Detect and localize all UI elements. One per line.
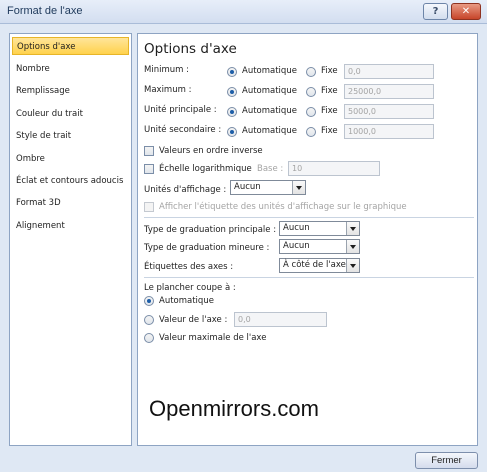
maximum-value-field[interactable]: 25000,0	[344, 84, 434, 99]
log-base-field[interactable]: 10	[288, 161, 380, 176]
minimum-fixed-radio[interactable]	[306, 67, 316, 77]
floor-value-field[interactable]: 0,0	[234, 312, 327, 327]
sidebar-item-axis-options[interactable]: Options d'axe	[12, 37, 129, 55]
log-scale-label: Échelle logarithmique	[159, 164, 252, 174]
minor-unit-auto-label: Automatique	[242, 126, 297, 136]
maximum-fixed-label: Fixe	[321, 86, 338, 96]
sidebar-item-number[interactable]: Nombre	[12, 60, 129, 78]
minimum-value-field[interactable]: 0,0	[344, 64, 434, 79]
chevron-down-icon	[292, 181, 305, 194]
minor-tick-label: Type de graduation mineure :	[144, 243, 270, 253]
floor-max-radio[interactable]	[144, 333, 154, 343]
maximum-auto-radio[interactable]	[227, 87, 237, 97]
major-tick-label: Type de graduation principale :	[144, 225, 277, 235]
minimum-label: Minimum :	[144, 65, 189, 75]
axis-options-panel: Options d'axe Minimum : Automatique Fixe…	[137, 33, 478, 446]
axis-labels-select[interactable]: À côté de l'axe	[279, 258, 360, 273]
minor-tick-value: Aucun	[283, 241, 310, 251]
close-icon: ✕	[461, 6, 471, 17]
help-icon: ?	[432, 6, 439, 17]
major-unit-label: Unité principale :	[144, 105, 217, 115]
sidebar-item-alignment[interactable]: Alignement	[12, 217, 129, 235]
major-unit-fixed-label: Fixe	[321, 106, 338, 116]
chevron-down-icon	[346, 222, 359, 235]
minimum-fixed-label: Fixe	[321, 66, 338, 76]
panel-title: Options d'axe	[144, 41, 237, 57]
window-close-button[interactable]: ✕	[451, 3, 481, 20]
sidebar-item-line-color[interactable]: Couleur du trait	[12, 105, 129, 123]
show-units-label-text: Afficher l'étiquette des unités d'affich…	[159, 202, 407, 212]
display-units-value: Aucun	[234, 182, 261, 192]
sidebar-item-shadow[interactable]: Ombre	[12, 150, 129, 168]
sidebar-item-3d-format[interactable]: Format 3D	[12, 194, 129, 212]
watermark-text: Openmirrors.com	[149, 396, 319, 421]
major-unit-value-field[interactable]: 5000,0	[344, 104, 434, 119]
major-tick-select[interactable]: Aucun	[279, 221, 360, 236]
floor-auto-label: Automatique	[159, 296, 214, 306]
minor-unit-fixed-radio[interactable]	[306, 127, 316, 137]
chevron-down-icon	[346, 259, 359, 272]
reverse-order-label: Valeurs en ordre inverse	[159, 146, 263, 156]
floor-value-label: Valeur de l'axe :	[159, 315, 228, 325]
floor-crosses-label: Le plancher coupe à :	[144, 283, 236, 293]
axis-labels-label: Étiquettes des axes :	[144, 262, 234, 272]
log-scale-checkbox[interactable]	[144, 164, 154, 174]
minor-unit-value-field[interactable]: 1000,0	[344, 124, 434, 139]
maximum-fixed-radio[interactable]	[306, 87, 316, 97]
divider	[144, 217, 474, 218]
minor-tick-select[interactable]: Aucun	[279, 239, 360, 254]
display-units-select[interactable]: Aucun	[230, 180, 306, 195]
major-unit-auto-label: Automatique	[242, 106, 297, 116]
title-bar: Format de l'axe ? ✕	[0, 0, 487, 24]
category-sidebar: Options d'axe Nombre Remplissage Couleur…	[9, 33, 132, 446]
close-dialog-button[interactable]: Fermer	[415, 452, 478, 469]
minor-unit-label: Unité secondaire :	[144, 125, 222, 135]
sidebar-item-line-style[interactable]: Style de trait	[12, 127, 129, 145]
major-unit-fixed-radio[interactable]	[306, 107, 316, 117]
window-title: Format de l'axe	[7, 5, 83, 17]
axis-labels-value: À côté de l'axe	[283, 260, 346, 270]
maximum-label: Maximum :	[144, 85, 192, 95]
minor-unit-fixed-label: Fixe	[321, 126, 338, 136]
divider	[144, 277, 474, 278]
minimum-auto-radio[interactable]	[227, 67, 237, 77]
floor-value-radio[interactable]	[144, 315, 154, 325]
reverse-order-checkbox[interactable]	[144, 146, 154, 156]
show-units-label-checkbox[interactable]	[144, 202, 154, 212]
minor-unit-auto-radio[interactable]	[227, 127, 237, 137]
floor-auto-radio[interactable]	[144, 296, 154, 306]
minimum-auto-label: Automatique	[242, 66, 297, 76]
log-base-label: Base :	[257, 164, 284, 174]
floor-max-label: Valeur maximale de l'axe	[159, 333, 267, 343]
major-tick-value: Aucun	[283, 223, 310, 233]
display-units-label: Unités d'affichage :	[144, 185, 227, 195]
major-unit-auto-radio[interactable]	[227, 107, 237, 117]
chevron-down-icon	[346, 240, 359, 253]
maximum-auto-label: Automatique	[242, 86, 297, 96]
sidebar-item-glow-soft-edges[interactable]: Éclat et contours adoucis	[12, 172, 129, 190]
sidebar-item-fill[interactable]: Remplissage	[12, 82, 129, 100]
help-button[interactable]: ?	[423, 3, 448, 20]
